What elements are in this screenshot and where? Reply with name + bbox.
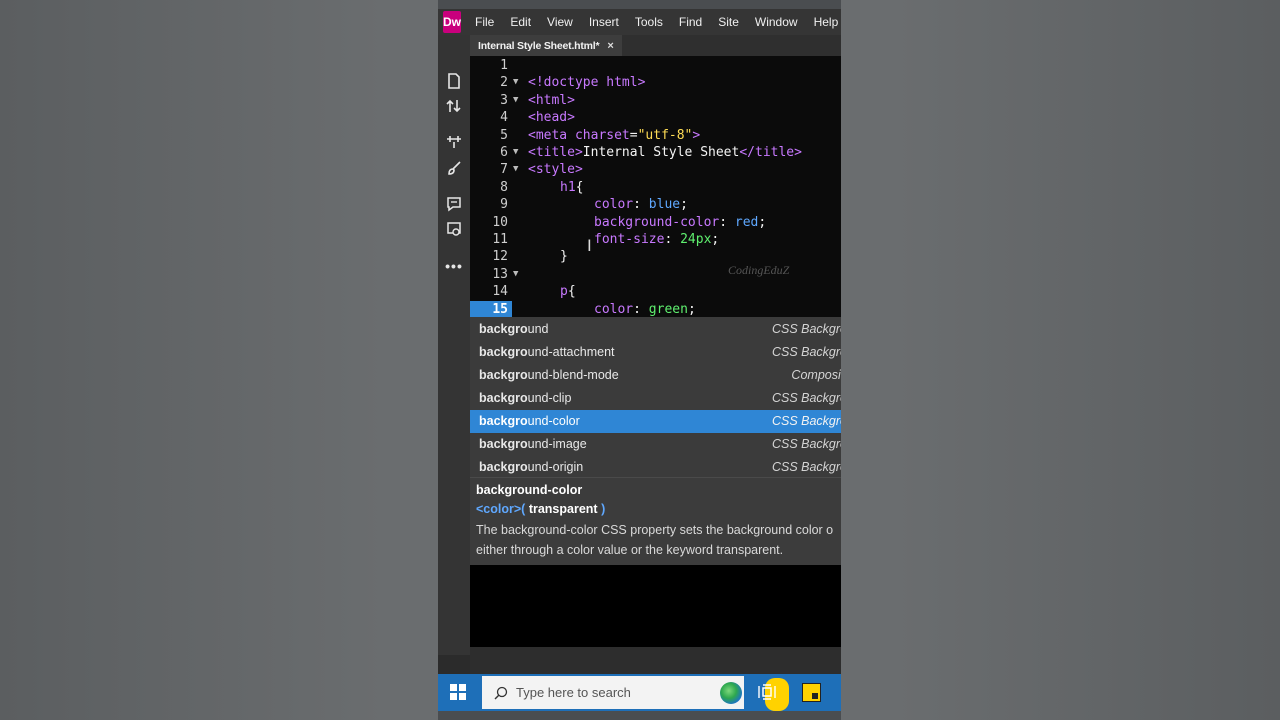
code-editor[interactable]: 15 14 13 ▼ 12 11 10 9 8 7 ▼ 6 ▼ 5 4 3 ▼ 2 ▼ 1 <!doctype htm… (470, 56, 841, 334)
hint-documentation: background-color <color>( transparent ) … (470, 477, 841, 565)
hint-match: backgro (479, 368, 528, 382)
hint-item-category: CSS Backgro (771, 322, 841, 336)
watermark: CodingEduZ (728, 263, 790, 277)
hint-item-name: background (479, 318, 549, 341)
code-line: } (470, 231, 841, 264)
hint-item-category: CSS Backgro (771, 391, 841, 405)
code-line: color: green; (470, 283, 841, 317)
menu-tools[interactable]: Tools (627, 9, 671, 35)
description-line: either through a color value or the keyw… (476, 542, 784, 557)
hint-rest: und (527, 322, 549, 336)
code-hints-list[interactable]: background CSS Backgro background-attachme… (470, 317, 841, 477)
taskbar-search-box[interactable]: Type here to search (482, 676, 789, 711)
hint-item-category: CSS Backgro (771, 460, 841, 474)
hint-rest: und-origin (527, 460, 584, 474)
description-line: The background-color CSS property sets t… (476, 523, 834, 537)
menu-file[interactable]: File (467, 9, 502, 35)
output-pane (470, 565, 841, 647)
dreamweaver-logo: Dw (443, 11, 461, 33)
bottom-strip (438, 711, 841, 720)
document-tab[interactable]: Internal Style Sheet.html* × (470, 35, 622, 56)
signature-type: <color> (476, 502, 522, 516)
code-line: <style> (470, 144, 841, 177)
file-transfer-icon[interactable] (444, 97, 464, 115)
hint-item-name: background-blend-mode (479, 364, 619, 387)
document-tab-bar: Internal Style Sheet.html* × (470, 35, 841, 56)
windows-taskbar: Type here to search (438, 674, 841, 711)
code-line: <head> (470, 92, 841, 125)
menu-bar: Dw File Edit View Insert Tools Find Site… (438, 9, 841, 35)
signature-keyword: transparent (528, 502, 598, 516)
hint-rest: und-image (527, 437, 587, 451)
menu-edit[interactable]: Edit (502, 9, 539, 35)
code-line: background-color: red; (470, 196, 841, 230)
code-line: <meta charset="utf-8"> (470, 109, 841, 143)
hint-match: backgro (479, 437, 528, 451)
hint-item-name: background-image (479, 433, 587, 456)
hint-rest: und-clip (527, 391, 572, 405)
search-placeholder: Type here to search (516, 685, 631, 700)
hint-item[interactable]: background-blend-mode Compositi (470, 364, 841, 387)
code-navigator-icon[interactable] (444, 133, 464, 151)
hint-item-name: background-attachment (479, 341, 615, 364)
hint-doc-signature: <color>( transparent ) (476, 502, 605, 516)
hint-match: backgro (479, 345, 528, 359)
hint-doc-description: The background-color CSS property sets t… (476, 521, 841, 560)
sticky-notes-icon[interactable] (802, 683, 821, 702)
hint-doc-title: background-color (476, 483, 583, 497)
code-line: backgro (470, 301, 841, 334)
hint-item-name: background-origin (479, 456, 583, 477)
code-line: <html> (470, 74, 841, 108)
dreamweaver-window: Dw File Edit View Insert Tools Find Site… (438, 0, 841, 720)
hint-rest: und-color (527, 414, 580, 428)
hint-item[interactable]: background-clip CSS Backgro (470, 387, 841, 410)
status-pane (470, 647, 841, 674)
hint-item[interactable]: background-origin CSS Backgro (470, 456, 841, 477)
hint-item[interactable]: background-image CSS Backgro (470, 433, 841, 456)
menu-insert[interactable]: Insert (581, 9, 627, 35)
menu-window[interactable]: Window (747, 9, 806, 35)
top-strip (438, 0, 841, 9)
code-line: <!doctype html> (470, 57, 841, 90)
ibeam-cursor-icon: I (587, 236, 592, 255)
hint-rest: und-blend-mode (527, 368, 619, 382)
signature-close: ) (597, 502, 606, 516)
menu-view[interactable]: View (539, 9, 581, 35)
menu-site[interactable]: Site (710, 9, 747, 35)
new-document-icon[interactable] (444, 72, 464, 90)
globe-icon[interactable] (720, 682, 742, 704)
document-tab-title: Internal Style Sheet.html* (478, 39, 600, 52)
left-toolbar: ••• (438, 35, 470, 655)
hint-item[interactable]: background-attachment CSS Backgro (470, 341, 841, 364)
hint-item-category: CSS Backgro (771, 414, 841, 428)
code-line: <title>Internal Style Sheet</title> (470, 127, 841, 160)
hint-match: backgro (479, 414, 528, 428)
hint-item-category: Compositi (791, 368, 841, 382)
hint-item[interactable]: background CSS Backgro (470, 318, 841, 341)
hint-rest: und-attachment (527, 345, 615, 359)
windows-start-icon[interactable] (450, 684, 466, 700)
search-icon (494, 686, 508, 700)
code-line: font-size: 24px; (470, 214, 841, 247)
signature-open: ( (521, 502, 529, 516)
hint-item-category: CSS Backgro (771, 437, 841, 451)
task-view-icon[interactable] (758, 684, 776, 704)
hint-match: backgro (479, 391, 528, 405)
tab-close-icon[interactable]: × (607, 40, 613, 52)
code-line: h1{ (470, 161, 841, 195)
hint-item-name: background-clip (479, 387, 571, 410)
menu-find[interactable]: Find (671, 9, 710, 35)
hint-item-name: background-color (479, 410, 580, 433)
code-line: color: blue; (470, 179, 841, 212)
more-icon[interactable]: ••• (444, 257, 464, 275)
hint-item-category: CSS Backgro (771, 345, 841, 359)
hint-item[interactable]: background-color CSS Backgro (470, 410, 841, 433)
code-text: } (560, 249, 568, 265)
hint-match: backgro (479, 460, 528, 474)
hint-match: backgro (479, 322, 528, 336)
preview-icon[interactable] (444, 220, 464, 238)
comment-icon[interactable] (444, 195, 464, 213)
brush-icon[interactable] (444, 159, 464, 177)
menu-help[interactable]: Help (806, 9, 841, 35)
